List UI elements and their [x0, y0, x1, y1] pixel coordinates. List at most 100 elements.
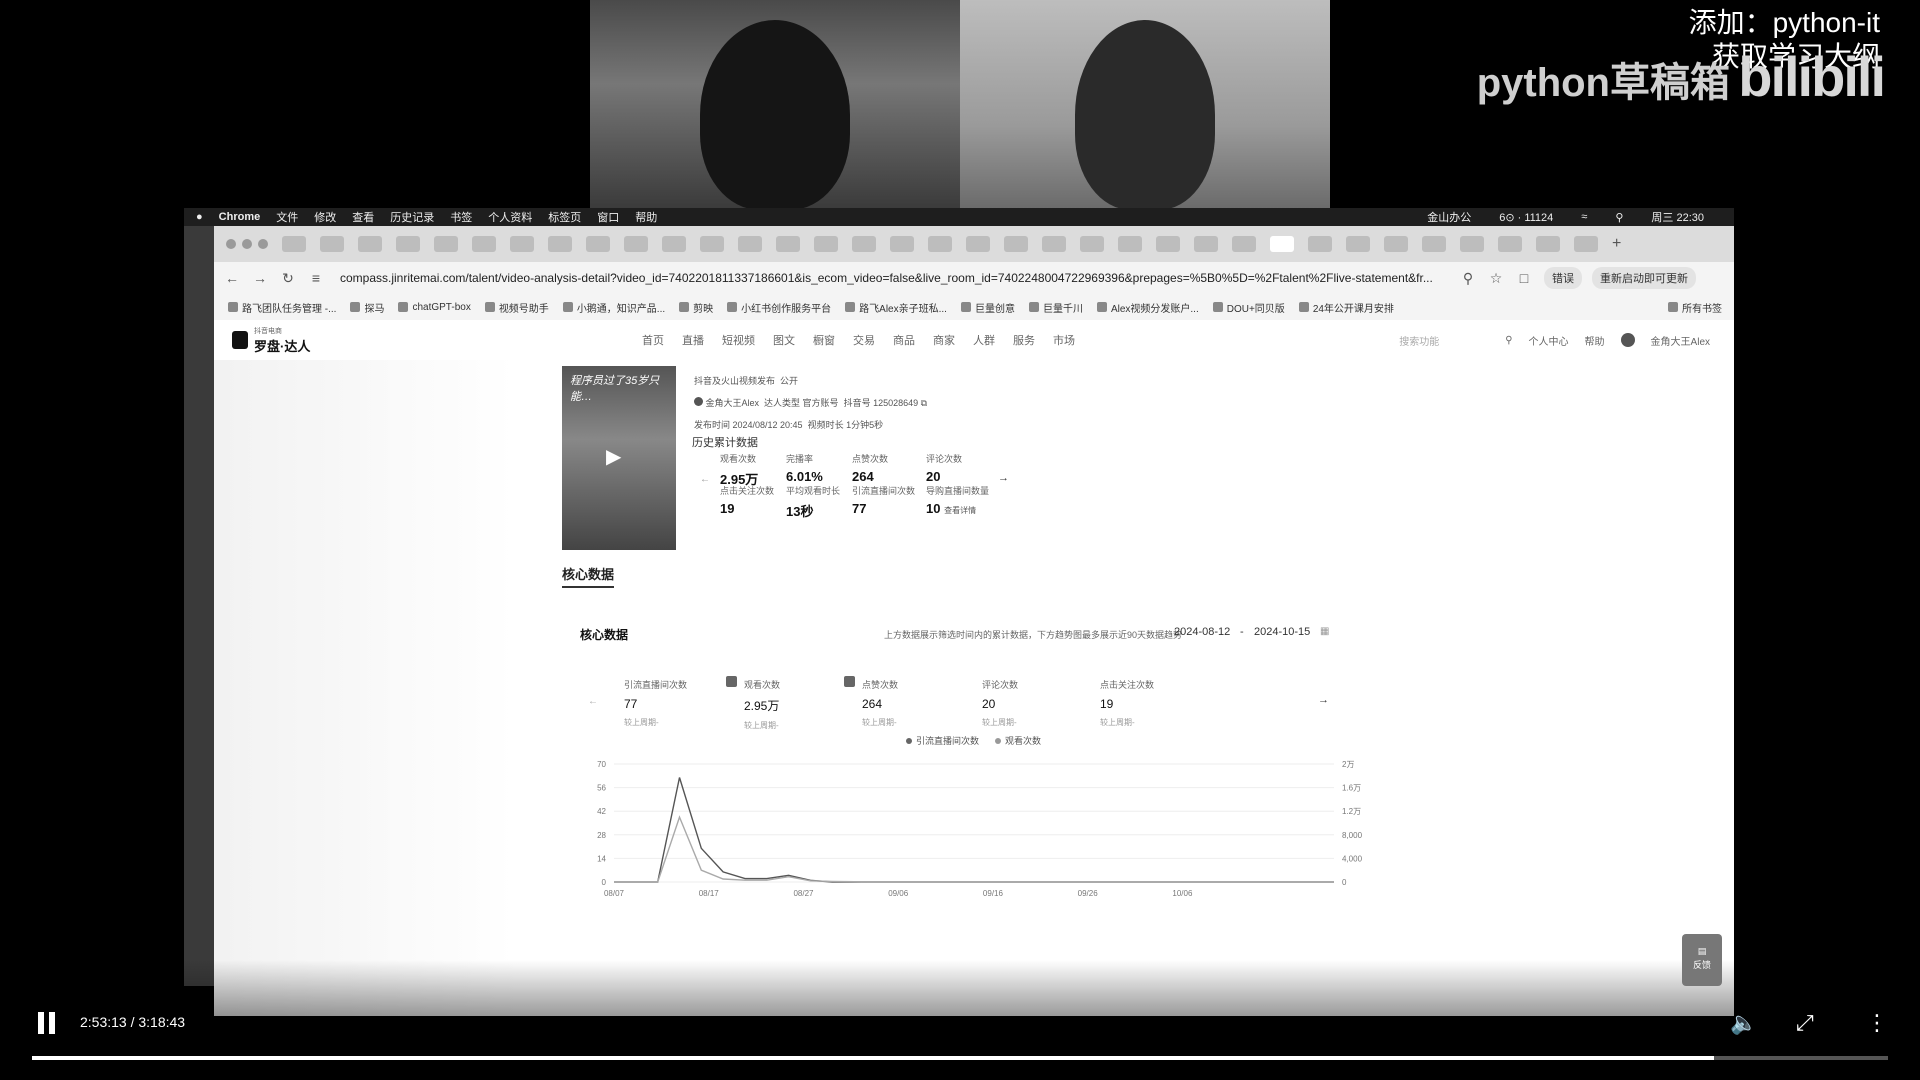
view-detail-link[interactable]: 查看详情 [944, 506, 976, 515]
search-input[interactable]: 搜索功能 [1399, 333, 1489, 348]
bookmark-item[interactable]: 巨量千川 [1028, 300, 1083, 315]
legend-item-views[interactable]: 观看次数 [995, 734, 1041, 747]
bookmark-item[interactable]: 小红书创作服务平台 [727, 300, 831, 315]
nav-service[interactable]: 服务 [1013, 332, 1035, 348]
relaunch-update-button[interactable]: 重新启动即可更新 [1592, 267, 1696, 289]
reload-icon[interactable]: ↻ [278, 270, 298, 287]
browser-tab[interactable] [1536, 236, 1560, 252]
browser-tab[interactable] [472, 236, 496, 252]
browser-tab[interactable] [1422, 236, 1446, 252]
nav-image-text[interactable]: 图文 [773, 332, 795, 348]
volume-icon[interactable]: 🔈 [1730, 1010, 1757, 1036]
bookmark-item[interactable]: 小鹅通，知识产品... [562, 300, 665, 315]
new-tab-icon[interactable]: + [1612, 235, 1621, 253]
wifi-icon[interactable]: ≈ [1581, 211, 1587, 223]
browser-tab[interactable] [1080, 236, 1104, 252]
menu-help[interactable]: 帮助 [635, 209, 657, 225]
bookmark-item[interactable]: 视频号助手 [484, 300, 549, 315]
browser-tab[interactable] [1574, 236, 1598, 252]
menu-profile[interactable]: 个人资料 [488, 209, 532, 225]
legend-item-live-traffic[interactable]: 引流直播间次数 [906, 734, 979, 747]
forward-icon[interactable]: → [250, 270, 270, 286]
menu-bookmarks[interactable]: 书签 [450, 209, 472, 225]
kpi-live-traffic-checkbox[interactable] [726, 676, 737, 687]
browser-tab[interactable] [548, 236, 572, 252]
bookmark-item[interactable]: 探马 [350, 300, 384, 315]
kpi-comments[interactable]: 评论次数 20 较上周期- [982, 678, 1018, 728]
exit-fullscreen-icon[interactable]: ⤢ [1796, 1010, 1814, 1036]
browser-tab[interactable] [434, 236, 458, 252]
date-end[interactable]: 2024-10-15 [1254, 626, 1310, 638]
close-window-button[interactable] [226, 239, 236, 249]
menu-edit[interactable]: 修改 [314, 209, 336, 225]
bookmark-item[interactable]: Alex视频分发账户... [1096, 300, 1199, 315]
menu-window[interactable]: 窗口 [597, 209, 619, 225]
browser-tab[interactable] [928, 236, 952, 252]
copy-icon[interactable]: ⧉ [921, 398, 927, 408]
search-icon[interactable]: ⚲ [1615, 211, 1623, 224]
browser-tab[interactable] [1232, 236, 1256, 252]
browser-tab[interactable] [1346, 236, 1370, 252]
search-icon[interactable]: ⚲ [1505, 335, 1512, 346]
more-options-icon[interactable]: ⋮ [1866, 1010, 1888, 1036]
bookmark-star-icon[interactable]: ☆ [1486, 270, 1506, 287]
apple-icon[interactable]: ● [196, 211, 203, 223]
nav-market[interactable]: 市场 [1053, 332, 1075, 348]
date-start[interactable]: 2024-08-12 [1174, 626, 1230, 638]
browser-tab[interactable] [1460, 236, 1484, 252]
zoom-icon[interactable]: ⚲ [1458, 270, 1478, 287]
nav-showcase[interactable]: 橱窗 [813, 332, 835, 348]
tab-core-data[interactable]: 核心数据 [562, 564, 614, 583]
browser-tab[interactable] [1042, 236, 1066, 252]
browser-tab[interactable] [320, 236, 344, 252]
browser-tab[interactable] [776, 236, 800, 252]
nav-home[interactable]: 首页 [642, 332, 664, 348]
browser-tab[interactable] [966, 236, 990, 252]
browser-tab[interactable] [814, 236, 838, 252]
browser-tab[interactable] [282, 236, 306, 252]
browser-tab-active[interactable] [1270, 236, 1294, 252]
kpi-views[interactable]: 观看次数 2.95万 较上周期- [744, 678, 780, 731]
browser-tab[interactable] [1004, 236, 1028, 252]
kpi-live-traffic[interactable]: 引流直播间次数 77 较上周期- [624, 678, 687, 728]
calendar-icon[interactable]: ▦ [1320, 626, 1329, 637]
bookmark-item[interactable]: 巨量创意 [960, 300, 1015, 315]
profile-error-button[interactable]: 错误 [1544, 267, 1582, 289]
progress-fill[interactable] [32, 1056, 1714, 1060]
browser-tab[interactable] [700, 236, 724, 252]
browser-tab[interactable] [1498, 236, 1522, 252]
user-center-link[interactable]: 个人中心 [1529, 333, 1569, 348]
browser-tab[interactable] [662, 236, 686, 252]
browser-tab[interactable] [510, 236, 534, 252]
nav-trade[interactable]: 交易 [853, 332, 875, 348]
bookmark-item[interactable]: DOU+同贝版 [1212, 300, 1285, 315]
next-arrow-icon[interactable]: → [998, 472, 1009, 484]
nav-products[interactable]: 商品 [893, 332, 915, 348]
kpi-next-icon[interactable]: → [1318, 694, 1329, 706]
status-app[interactable]: 金山办公 [1427, 209, 1471, 225]
menu-app[interactable]: Chrome [219, 211, 261, 223]
bookmark-item[interactable]: 路飞团队任务管理 -... [228, 300, 336, 315]
bookmark-item[interactable]: chatGPT-box [398, 302, 471, 313]
browser-tab[interactable] [852, 236, 876, 252]
bookmark-item[interactable]: 路飞Alex亲子班私... [845, 300, 947, 315]
zoom-window-button[interactable] [258, 239, 268, 249]
browser-tab[interactable] [358, 236, 382, 252]
extensions-icon[interactable]: □ [1514, 270, 1534, 286]
bookmark-item[interactable]: 24年公开课月安排 [1298, 300, 1394, 315]
video-thumbnail[interactable]: 程序员过了35岁只能… ▶ [562, 366, 676, 550]
nav-merchants[interactable]: 商家 [933, 332, 955, 348]
browser-tab[interactable] [890, 236, 914, 252]
browser-tab[interactable] [1194, 236, 1218, 252]
browser-tab[interactable] [1384, 236, 1408, 252]
menu-tabs[interactable]: 标签页 [548, 209, 581, 225]
menu-history[interactable]: 历史记录 [390, 209, 434, 225]
site-settings-icon[interactable]: ≡ [306, 270, 326, 286]
play-icon[interactable]: ▶ [606, 444, 621, 469]
minimize-window-button[interactable] [242, 239, 252, 249]
back-icon[interactable]: ← [222, 270, 242, 286]
browser-tab[interactable] [624, 236, 648, 252]
help-link[interactable]: 帮助 [1585, 333, 1605, 348]
all-bookmarks-button[interactable]: 所有书签 [1668, 300, 1722, 315]
browser-tab[interactable] [1156, 236, 1180, 252]
